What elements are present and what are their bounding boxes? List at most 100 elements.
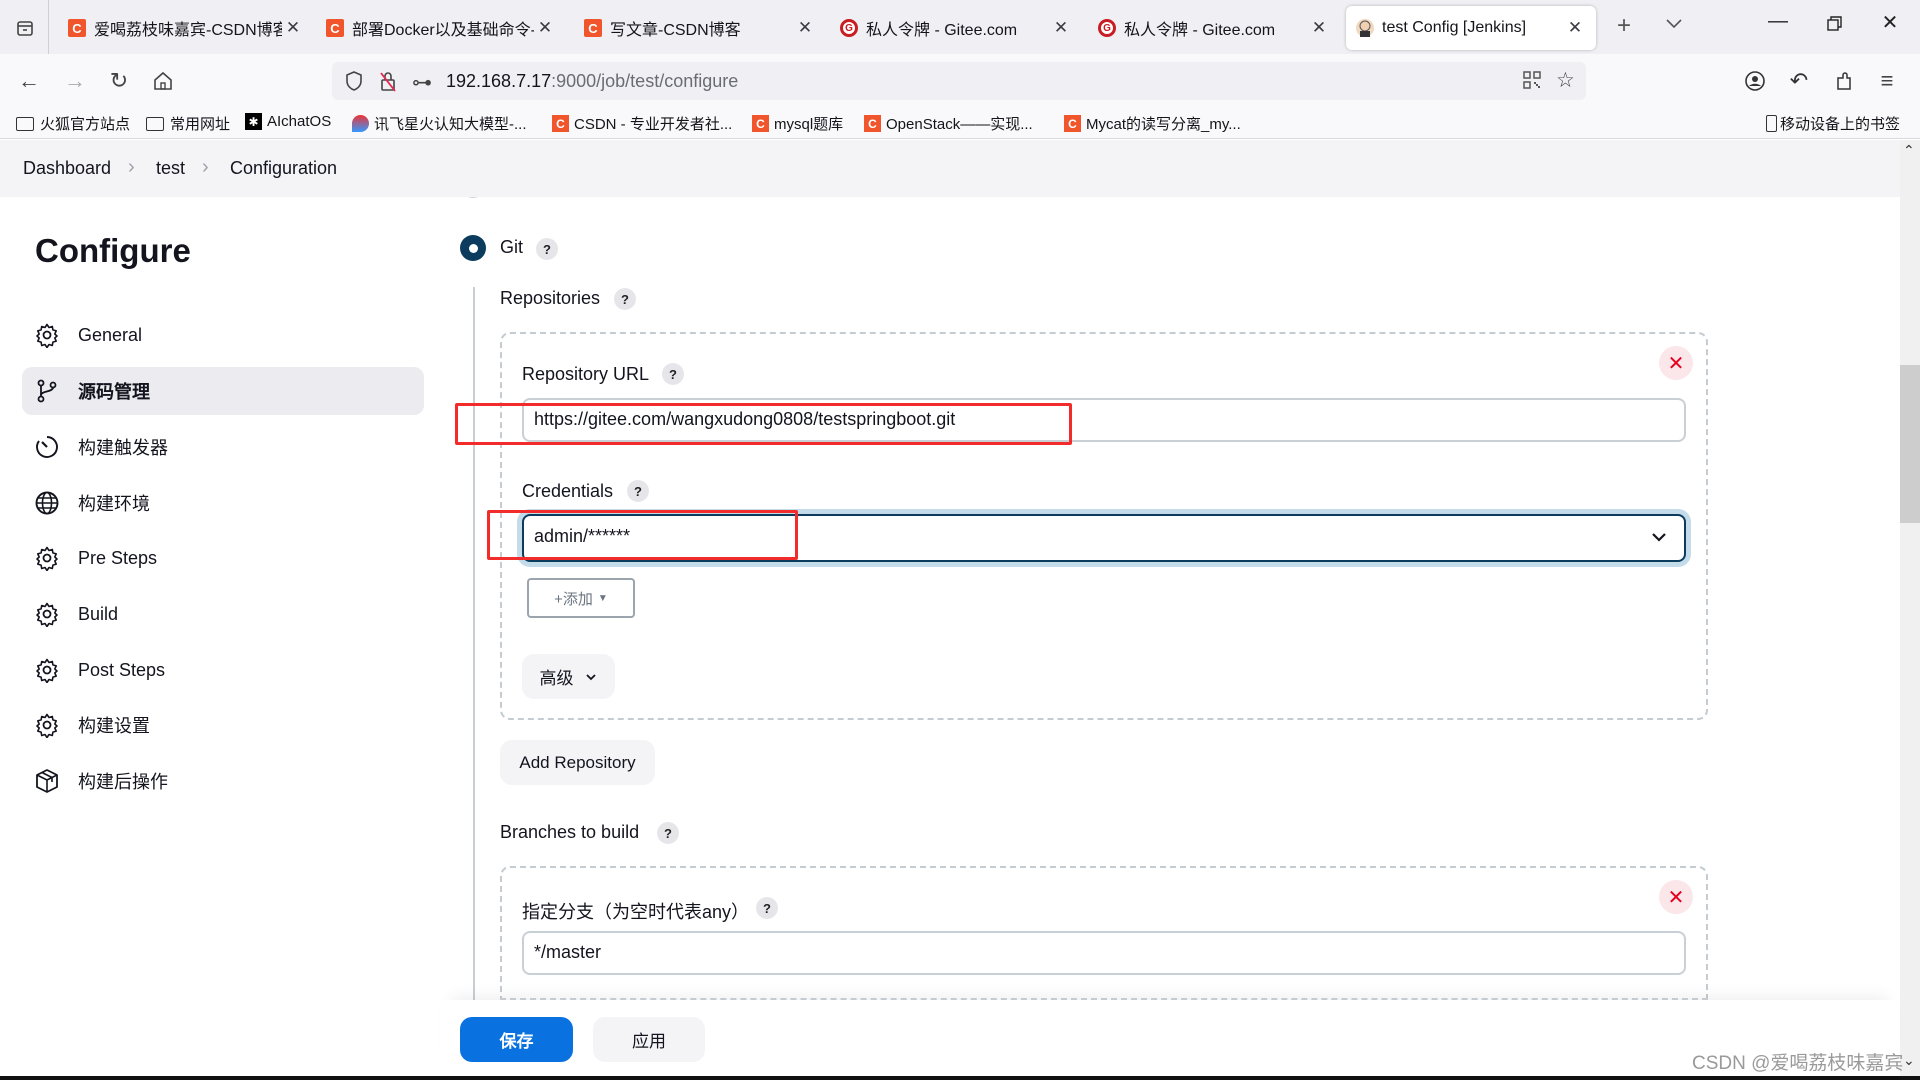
help-icon[interactable]: ? [614,288,636,310]
sidebar-item-build-environment[interactable]: 构建环境 [22,479,424,527]
bookmark-item[interactable]: C OpenStack——实现... [864,113,1033,134]
sidebar-item-pre-steps[interactable]: Pre Steps [22,534,424,582]
bookmark-item[interactable]: 火狐官方站点 [16,113,130,134]
scroll-down-arrow-icon[interactable]: ⌄ [1903,1052,1915,1069]
tab-close-icon[interactable]: ✕ [282,18,304,38]
gear-icon [34,657,60,683]
save-button[interactable]: 保存 [460,1017,573,1062]
tab[interactable]: C 部署Docker以及基础命令-CSDN ✕ [326,6,556,50]
breadcrumb-test[interactable]: test [156,158,185,179]
breadcrumb-configuration[interactable]: Configuration [230,158,337,179]
url-text[interactable]: 192.168.7.17:9000/job/test/configure [446,71,738,92]
csdn-icon: C [326,19,344,37]
forward-button[interactable]: → [60,66,90,96]
csdn-icon: C [552,115,569,132]
account-button[interactable] [1740,66,1770,96]
folder-icon [16,116,34,131]
bookmark-item[interactable]: 讯飞星火认知大模型-... [352,113,527,134]
close-window-button[interactable]: ✕ [1870,10,1910,35]
tab-close-icon[interactable]: ✕ [1564,18,1586,38]
help-icon[interactable]: ? [627,480,649,502]
help-icon[interactable]: ? [536,238,558,260]
undo-button[interactable]: ↶ [1784,66,1814,96]
tab-list-button[interactable] [10,14,40,42]
new-tab-button[interactable]: + [1604,12,1644,40]
browser-tab-bar: C 爱喝荔枝味嘉宾-CSDN博客 ✕ C 部署Docker以及基础命令-CSDN… [0,0,1920,54]
sidebar-item-label: 源码管理 [78,382,150,402]
radio-git-selected[interactable] [460,235,486,261]
branch-specifier-input[interactable]: */master [522,931,1686,975]
advanced-label: 高级 [539,669,574,688]
help-icon[interactable]: ? [756,897,778,919]
sidebar-item-post-steps[interactable]: Post Steps [22,646,424,694]
sidebar-item-label: General [78,324,143,345]
extensions-button[interactable] [1830,66,1860,96]
csdn-icon: C [752,115,769,132]
add-credentials-button[interactable]: +添加 ▼ [527,578,635,618]
reload-button[interactable]: ↻ [104,66,134,96]
key-icon[interactable]: ⊶ [412,70,432,95]
account-icon [1745,71,1765,91]
qr-code-icon[interactable] [1522,70,1542,90]
git-label: Git [500,237,524,257]
apply-button[interactable]: 应用 [593,1017,705,1062]
restore-button[interactable] [1814,14,1854,34]
sidebar-item-post-build-actions[interactable]: 构建后操作 [22,757,424,805]
help-icon[interactable]: ? [662,363,684,385]
mobile-device-icon [1766,115,1777,132]
chevron-down-icon [1666,19,1682,29]
bookmark-label: 火狐官方站点 [40,116,131,133]
delete-branch-button[interactable]: ✕ [1659,880,1693,914]
advanced-button[interactable]: 高级 [522,654,615,699]
sidebar-item-build-triggers[interactable]: 构建触发器 [22,423,424,471]
watermark: CSDN @爱喝荔枝味嘉宾 [1692,1053,1904,1074]
sidebar-item-scm[interactable]: 源码管理 [22,367,424,415]
home-button[interactable] [148,66,178,96]
bookmark-item[interactable]: 常用网址 [146,113,230,134]
bookmark-star-icon[interactable]: ☆ [1556,68,1575,93]
page-scrollbar[interactable] [1900,140,1920,1080]
reply-arrow-icon: ↶ [1789,68,1809,93]
tab-close-icon[interactable]: ✕ [1308,18,1330,38]
scrollbar-thumb[interactable] [1900,365,1920,523]
bookmark-item[interactable]: Cmysql题库 [752,113,843,134]
sidebar-item-label: 构建环境 [78,494,150,514]
sidebar-item-label: 构建触发器 [78,438,168,458]
breadcrumb-dashboard[interactable]: Dashboard [23,158,111,179]
home-icon [154,71,172,90]
sidebar-item-general[interactable]: General [22,311,424,359]
bookmark-item[interactable]: ✱ AIchatOS [245,113,331,130]
arrow-left-icon: ← [18,68,40,93]
tab[interactable]: C 写文章-CSDN博客 ✕ [584,6,816,50]
tab[interactable]: G 私人令牌 - Gitee.com ✕ [840,6,1072,50]
tab-title: test Config [Jenkins] [1382,19,1527,36]
minimize-button[interactable]: — [1758,10,1798,33]
add-repository-button[interactable]: Add Repository [500,740,655,785]
credentials-label: Credentials [522,481,614,501]
insecure-lock-icon[interactable] [378,70,398,92]
jenkins-icon [1356,19,1374,37]
timer-icon [34,434,60,460]
tab-close-icon[interactable]: ✕ [794,18,816,38]
tab-close-icon[interactable]: ✕ [1050,18,1072,38]
menu-button[interactable]: ≡ [1872,66,1902,96]
tab-active[interactable]: test Config [Jenkins] ✕ [1346,6,1596,50]
help-icon[interactable]: ? [657,822,679,844]
bookmark-item[interactable]: C CSDN - 专业开发者社... [552,113,732,134]
sidebar-item-build-settings[interactable]: 构建设置 [22,701,424,749]
tab-list-icon [17,21,33,36]
tab-overflow-button[interactable] [1654,14,1694,34]
chevron-down-icon [585,673,596,680]
bookmark-item[interactable]: C Mycat的读写分离_my... [1064,113,1241,134]
scroll-up-arrow-icon[interactable]: ⌃ [1903,142,1915,159]
tab[interactable]: C 爱喝荔枝味嘉宾-CSDN博客 ✕ [68,6,304,50]
delete-repository-button[interactable]: ✕ [1659,346,1693,380]
bookmark-label: 讯飞星火认知大模型-... [374,116,527,133]
back-button[interactable]: ← [14,66,44,96]
shield-icon[interactable] [344,70,364,92]
address-bar[interactable]: ⊶ 192.168.7.17:9000/job/test/configure ☆ [332,62,1586,100]
tab-close-icon[interactable]: ✕ [534,18,556,38]
tab[interactable]: G 私人令牌 - Gitee.com ✕ [1098,6,1330,50]
sidebar-item-build[interactable]: Build [22,590,424,638]
mobile-bookmarks[interactable]: 移动设备上的书签 [1766,113,1900,134]
